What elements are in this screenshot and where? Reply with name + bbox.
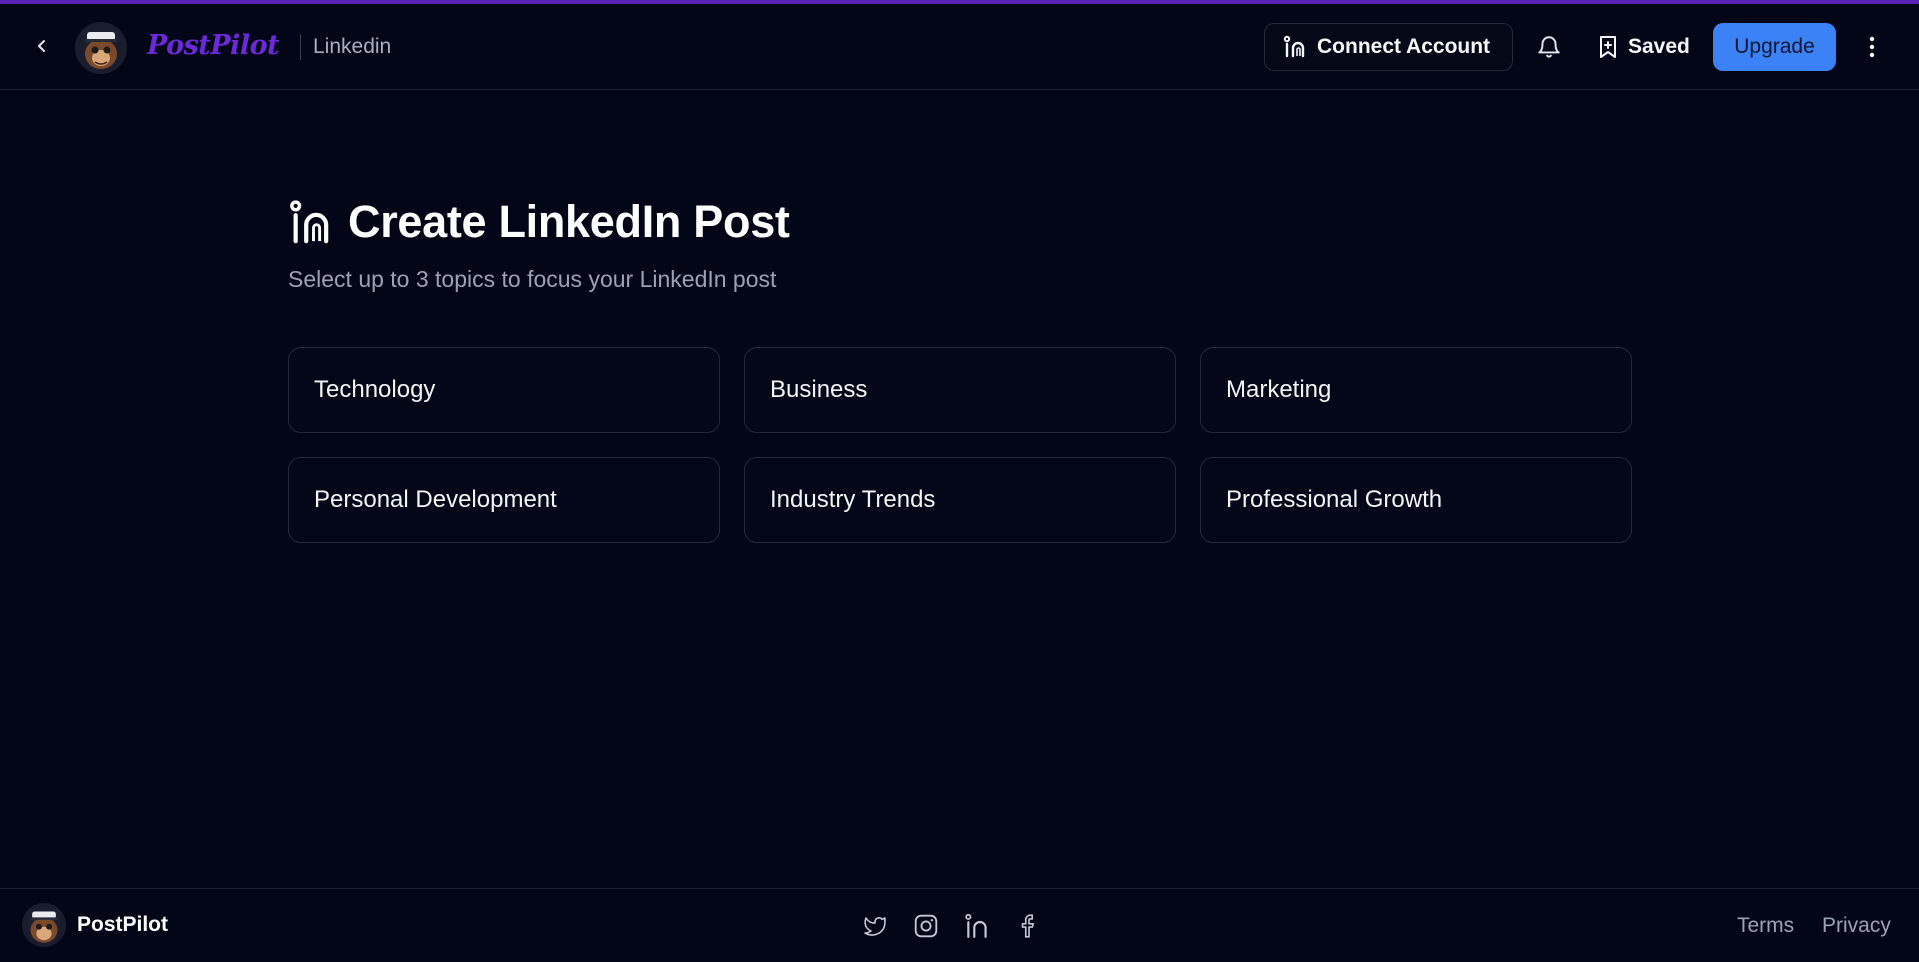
instagram-link[interactable] [911,911,941,941]
notifications-button[interactable] [1536,34,1562,60]
twitter-icon [864,917,886,936]
monkey-pilot-logo [75,22,127,74]
chevron-left-icon [38,40,45,52]
topic-card-technology[interactable]: Technology [288,347,720,433]
breadcrumb-divider [300,34,301,60]
facebook-icon [1021,914,1035,938]
linkedin-link[interactable] [962,911,992,941]
facebook-link[interactable] [1014,911,1044,941]
page-footer: PostPilot Terms Privacy [0,888,1919,962]
page-subtitle: Select up to 3 topics to focus your Link… [288,266,777,292]
footer-brand-name: PostPilot [77,913,169,936]
brand-avatar[interactable] [75,22,127,74]
twitter-link[interactable] [860,911,890,941]
saved-button[interactable]: Saved [1598,32,1690,62]
monkey-pilot-logo [22,903,66,947]
topic-card-industry-trends[interactable]: Industry Trends [744,457,1176,543]
instagram-icon [914,914,938,938]
more-vertical-icon [1869,36,1875,58]
bookmark-icon [1600,36,1616,58]
privacy-link[interactable]: Privacy [1822,914,1891,938]
topic-card-personal-development[interactable]: Personal Development [288,457,720,543]
saved-label: Saved [1628,35,1690,58]
top-header: PostPilot Linkedin Connect Account Saved… [0,4,1919,90]
breadcrumb[interactable]: Linkedin [313,35,391,59]
topic-card-business[interactable]: Business [744,347,1176,433]
topic-card-marketing[interactable]: Marketing [1200,347,1632,433]
linkedin-icon [1283,35,1305,58]
more-menu-button[interactable] [1860,34,1884,60]
topic-grid: Technology Business Marketing Personal D… [288,347,1632,543]
linkedin-icon [290,200,329,244]
bell-icon [1538,36,1560,58]
back-button[interactable] [30,34,54,58]
topic-card-professional-growth[interactable]: Professional Growth [1200,457,1632,543]
page-title-row: Create LinkedIn Post [288,196,790,248]
page: PostPilot Linkedin Connect Account Saved… [0,0,1919,962]
connect-account-label: Connect Account [1317,35,1491,58]
linkedin-icon [965,913,987,938]
footer-avatar [22,903,66,947]
connect-account-button[interactable]: Connect Account [1264,23,1513,71]
brand-name[interactable]: PostPilot [147,30,280,61]
terms-link[interactable]: Terms [1737,914,1794,938]
upgrade-button[interactable]: Upgrade [1713,23,1836,71]
page-title: Create LinkedIn Post [348,196,790,247]
